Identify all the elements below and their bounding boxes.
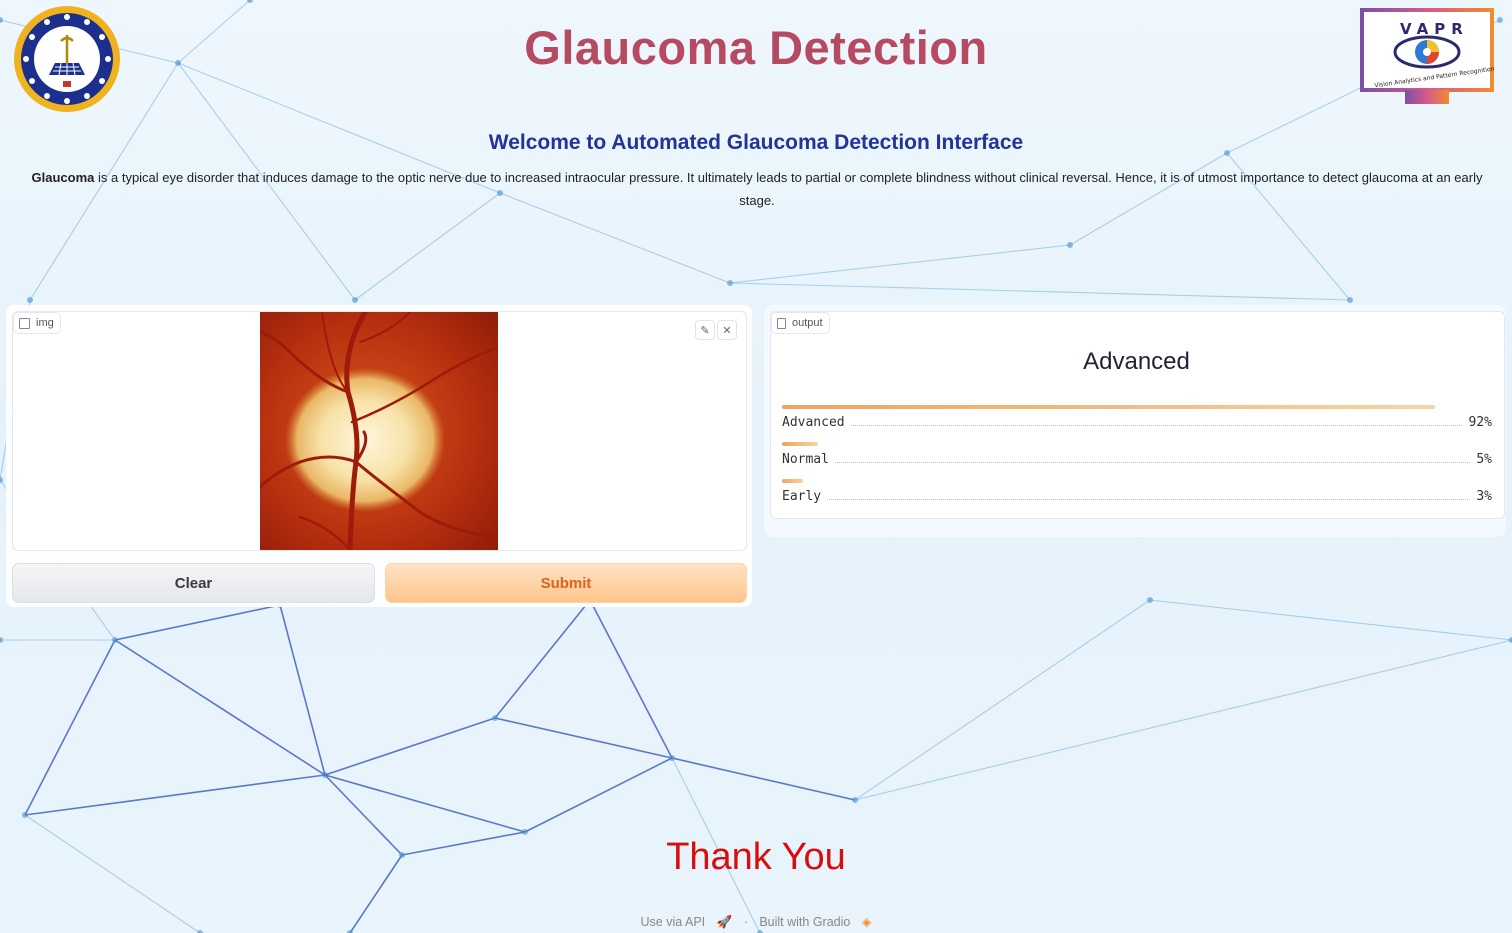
fundus-image — [260, 312, 498, 550]
network-node — [1147, 597, 1153, 603]
built-with-gradio-link[interactable]: Built with Gradio — [759, 915, 850, 929]
network-node — [492, 715, 498, 721]
network-node — [727, 280, 733, 286]
submit-button[interactable]: Submit — [385, 563, 747, 603]
network-node — [852, 797, 858, 803]
close-icon[interactable]: ✕ — [717, 320, 737, 340]
network-line — [114, 639, 326, 776]
page-title: Glaucoma Detection — [524, 21, 988, 74]
edit-icon[interactable]: ✎ — [695, 320, 715, 340]
network-line — [524, 757, 673, 833]
use-via-api-link[interactable]: Use via API — [641, 915, 706, 929]
network-line — [854, 599, 1151, 801]
rocket-icon: 🚀 — [716, 915, 733, 929]
thank-you-text: Thank You — [666, 836, 846, 878]
predicted-label: Advanced — [1083, 348, 1190, 375]
network-node — [669, 755, 675, 761]
network-line — [324, 774, 526, 833]
network-node — [322, 772, 328, 778]
network-node — [0, 637, 3, 643]
confidence-leader — [782, 462, 1492, 463]
network-line — [24, 639, 116, 816]
confidence-leader — [782, 425, 1492, 426]
confidence-percent: 3% — [1470, 489, 1492, 504]
confidence-bar — [782, 442, 818, 446]
confidence-label: Normal — [782, 452, 835, 467]
image-input-label-text: img — [36, 317, 54, 329]
footer-separator: · — [743, 915, 748, 929]
network-line — [729, 282, 1351, 301]
confidence-row: Normal 5% — [782, 442, 1492, 479]
confidence-leader — [782, 499, 1492, 500]
network-line — [494, 717, 673, 759]
network-line — [494, 599, 591, 719]
description-text: Glaucoma is a typical eye disorder that … — [20, 166, 1494, 212]
network-line — [671, 757, 856, 801]
confidence-row: Early 3% — [782, 479, 1492, 516]
network-line — [589, 599, 673, 759]
network-line — [324, 717, 496, 776]
footer: Use via API 🚀 · Built with Gradio ◈ — [0, 914, 1512, 930]
network-line — [24, 774, 326, 816]
network-line — [729, 244, 1071, 284]
clear-button[interactable]: Clear — [12, 563, 375, 603]
confidence-label: Early — [782, 489, 828, 504]
image-icon — [19, 317, 30, 329]
network-node — [112, 637, 118, 643]
confidence-row: Advanced 92% — [782, 405, 1492, 442]
output-label-text: output — [792, 317, 823, 329]
network-node — [22, 812, 28, 818]
network-node — [1067, 242, 1073, 248]
confidence-percent: 5% — [1470, 452, 1492, 467]
description-body: is a typical eye disorder that induces d… — [94, 170, 1483, 208]
description-bold: Glaucoma — [31, 170, 95, 185]
network-line — [114, 604, 281, 641]
label-icon — [777, 317, 786, 329]
welcome-heading: Welcome to Automated Glaucoma Detection … — [488, 131, 1024, 154]
confidence-bar — [782, 479, 803, 483]
confidence-label: Advanced — [782, 415, 851, 430]
confidence-bar — [782, 405, 1435, 409]
network-node — [1347, 297, 1353, 303]
network-node — [522, 829, 528, 835]
network-line — [1149, 599, 1512, 641]
network-node — [352, 297, 358, 303]
output-label: output — [771, 312, 830, 334]
gradio-logo-icon: ◈ — [861, 915, 872, 929]
network-node — [0, 477, 3, 483]
confidence-percent: 92% — [1462, 415, 1492, 430]
network-line — [854, 639, 1512, 801]
image-input-label: img — [13, 312, 61, 334]
network-node — [27, 297, 33, 303]
